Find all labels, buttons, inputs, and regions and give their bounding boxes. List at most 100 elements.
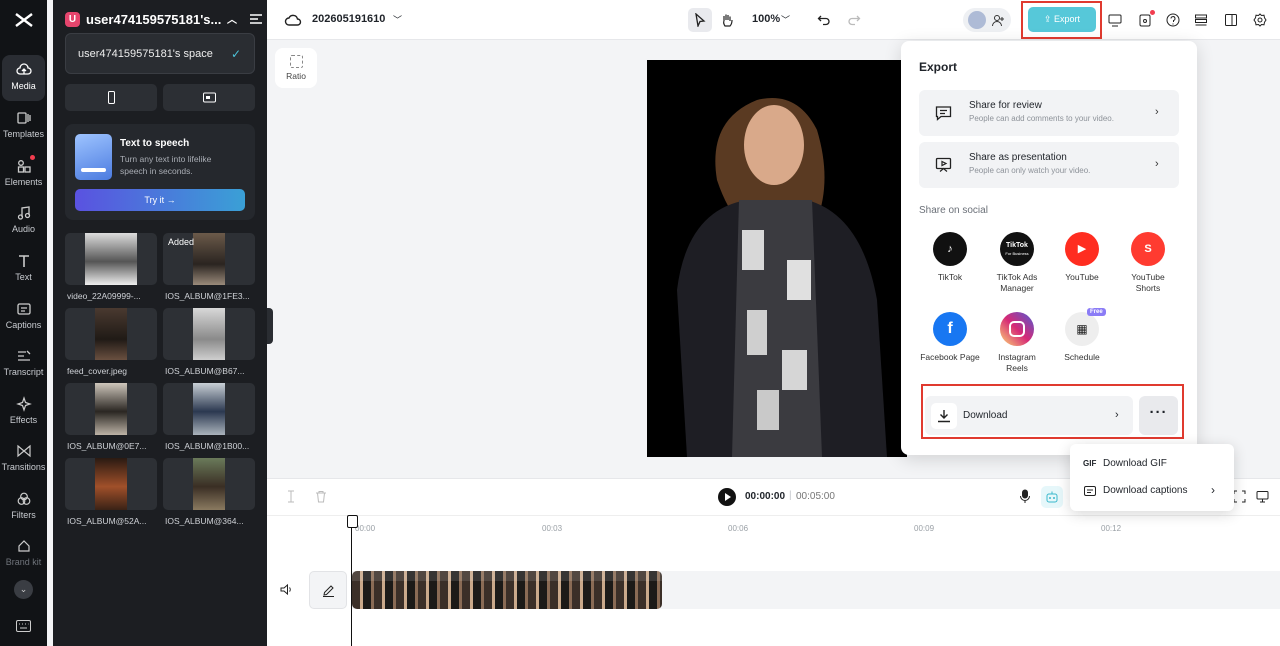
tiktok-ads-logo-text: TikTok bbox=[1006, 242, 1028, 249]
monitor-icon bbox=[203, 92, 216, 103]
download-gif-item[interactable]: GIF Download GIF bbox=[1070, 451, 1234, 477]
download-options-menu: GIF Download GIF Download captions › bbox=[1070, 444, 1234, 511]
cloud-icon bbox=[284, 14, 302, 26]
social-tiktok[interactable]: ♪ TikTok bbox=[920, 232, 980, 283]
phone-icon bbox=[108, 91, 115, 104]
social-tiktok-ads-manager[interactable]: TikTok For Business TikTok Ads Manager bbox=[987, 232, 1047, 294]
collaborators[interactable] bbox=[963, 8, 1011, 32]
help-button[interactable] bbox=[1161, 8, 1185, 32]
download-button[interactable]: Download › bbox=[925, 396, 1133, 435]
social-youtube[interactable]: ▶ YouTube bbox=[1052, 232, 1112, 283]
media-thumbnail[interactable] bbox=[163, 308, 255, 360]
share-for-review-button[interactable]: Share for review People can add comments… bbox=[919, 90, 1179, 136]
media-thumbnail[interactable] bbox=[65, 233, 157, 285]
social-facebook-page[interactable]: f Facebook Page bbox=[920, 312, 980, 363]
text-to-speech-card: Text to speech Turn any text into lifeli… bbox=[65, 124, 255, 220]
rail-templates-label: Templates bbox=[2, 129, 45, 139]
rail-audio[interactable]: Audio bbox=[0, 198, 47, 244]
ratio-button[interactable]: Ratio bbox=[275, 48, 317, 88]
project-name[interactable]: 202605191610 bbox=[312, 13, 385, 25]
chevron-down-icon[interactable]: ﹀ bbox=[393, 13, 402, 26]
stack-icon bbox=[1195, 14, 1207, 26]
social-youtube-shorts[interactable]: S YouTube Shorts bbox=[1118, 232, 1178, 294]
ai-tool-button[interactable] bbox=[1041, 486, 1063, 508]
present-button[interactable] bbox=[1103, 8, 1127, 32]
share-review-title: Share for review bbox=[969, 100, 1042, 111]
settings-button[interactable] bbox=[1248, 8, 1272, 32]
media-thumbnail[interactable] bbox=[65, 383, 157, 435]
hand-icon bbox=[723, 14, 733, 27]
microphone-icon[interactable] bbox=[1019, 489, 1031, 504]
layers-button[interactable] bbox=[1189, 8, 1213, 32]
rail-transcript[interactable]: Transcript bbox=[0, 341, 47, 387]
zoom-chevron-down-icon[interactable]: ﹀ bbox=[781, 13, 790, 26]
workspace-switcher[interactable]: U user474159575181's... ︿ bbox=[65, 10, 263, 30]
video-clip[interactable] bbox=[352, 571, 662, 609]
text-icon bbox=[18, 255, 29, 267]
hand-tool-button[interactable] bbox=[715, 8, 739, 32]
presentation-icon bbox=[935, 157, 952, 172]
keyboard-icon[interactable] bbox=[16, 620, 31, 632]
download-captions-item[interactable]: Download captions › bbox=[1070, 478, 1234, 504]
checkmark-icon: ✓ bbox=[231, 47, 242, 61]
rail-effects-label: Effects bbox=[9, 415, 38, 425]
media-name: video_22A09999-... bbox=[67, 291, 141, 301]
share-as-presentation-button[interactable]: Share as presentation People can only wa… bbox=[919, 142, 1179, 188]
workspace-dropdown-item[interactable]: user474159575181's space ✓ bbox=[65, 33, 255, 74]
edit-cover-button[interactable] bbox=[309, 571, 347, 609]
top-bar: 202605191610 ﹀ 100% ﹀ ⇪ Export bbox=[267, 0, 1280, 40]
undo-button[interactable] bbox=[812, 8, 836, 32]
desktop-view-button[interactable] bbox=[163, 84, 255, 111]
rail-brand-kit[interactable]: Brand kit bbox=[0, 531, 47, 577]
speaker-icon[interactable] bbox=[280, 583, 293, 596]
rail-transitions[interactable]: Transitions bbox=[0, 436, 47, 482]
rail-effects[interactable]: Effects bbox=[0, 389, 47, 435]
social-label: YouTube Shorts bbox=[1131, 272, 1165, 293]
chevron-right-icon: › bbox=[1155, 106, 1159, 118]
ruler-tick: 00:03 bbox=[542, 524, 563, 533]
rail-captions[interactable]: Captions bbox=[0, 294, 47, 340]
media-thumbnail[interactable] bbox=[163, 383, 255, 435]
effects-sparkle-icon bbox=[15, 396, 32, 412]
media-thumbnail[interactable] bbox=[163, 458, 255, 510]
social-instagram-reels[interactable]: Instagram Reels bbox=[987, 312, 1047, 374]
transitions-icon bbox=[16, 444, 31, 458]
text-to-speech-illustration bbox=[75, 134, 112, 180]
media-thumbnail[interactable]: Added bbox=[163, 233, 255, 285]
zoom-level[interactable]: 100% bbox=[752, 13, 780, 25]
play-button[interactable] bbox=[718, 488, 736, 506]
panel-collapse-handle[interactable] bbox=[267, 308, 273, 344]
rail-expand-chevron-icon[interactable]: ⌄ bbox=[14, 580, 33, 599]
list-menu-icon[interactable] bbox=[249, 13, 263, 25]
split-icon[interactable] bbox=[285, 490, 297, 503]
video-preview[interactable] bbox=[647, 60, 907, 457]
rail-text[interactable]: Text bbox=[0, 246, 47, 292]
panel-toggle-button[interactable] bbox=[1219, 8, 1243, 32]
filters-icon bbox=[17, 492, 30, 505]
brand-kit-icon bbox=[17, 540, 30, 552]
social-schedule[interactable]: ▦ Free Schedule bbox=[1052, 308, 1112, 363]
export-button[interactable]: ⇪ Export bbox=[1028, 7, 1096, 32]
playhead[interactable] bbox=[347, 515, 358, 646]
share-on-social-heading: Share on social bbox=[919, 205, 988, 216]
rail-templates[interactable]: Templates bbox=[0, 103, 47, 149]
fullscreen-icon[interactable] bbox=[1233, 490, 1246, 503]
media-thumbnail[interactable] bbox=[65, 308, 157, 360]
select-tool-button[interactable] bbox=[688, 8, 712, 32]
more-options-button[interactable]: ··· bbox=[1139, 396, 1178, 435]
rail-elements-label: Elements bbox=[4, 177, 43, 187]
time-ruler[interactable]: 00:00 00:03 00:06 00:09 00:12 bbox=[267, 515, 1280, 533]
rail-filters[interactable]: Filters bbox=[0, 484, 47, 530]
delete-icon[interactable] bbox=[315, 490, 327, 503]
monitor-icon[interactable] bbox=[1256, 490, 1269, 503]
tts-try-it-button[interactable]: Try it → bbox=[75, 189, 245, 211]
rail-elements[interactable]: Elements bbox=[0, 151, 47, 197]
media-thumbnail[interactable] bbox=[65, 458, 157, 510]
facebook-icon: f bbox=[933, 312, 967, 346]
notifications-button[interactable] bbox=[1133, 8, 1157, 32]
phone-view-button[interactable] bbox=[65, 84, 157, 111]
rail-media[interactable]: Media bbox=[2, 55, 45, 101]
current-time: 00:00:00 bbox=[745, 491, 786, 502]
ruler-tick: 00:12 bbox=[1101, 524, 1122, 533]
redo-button[interactable] bbox=[842, 8, 866, 32]
